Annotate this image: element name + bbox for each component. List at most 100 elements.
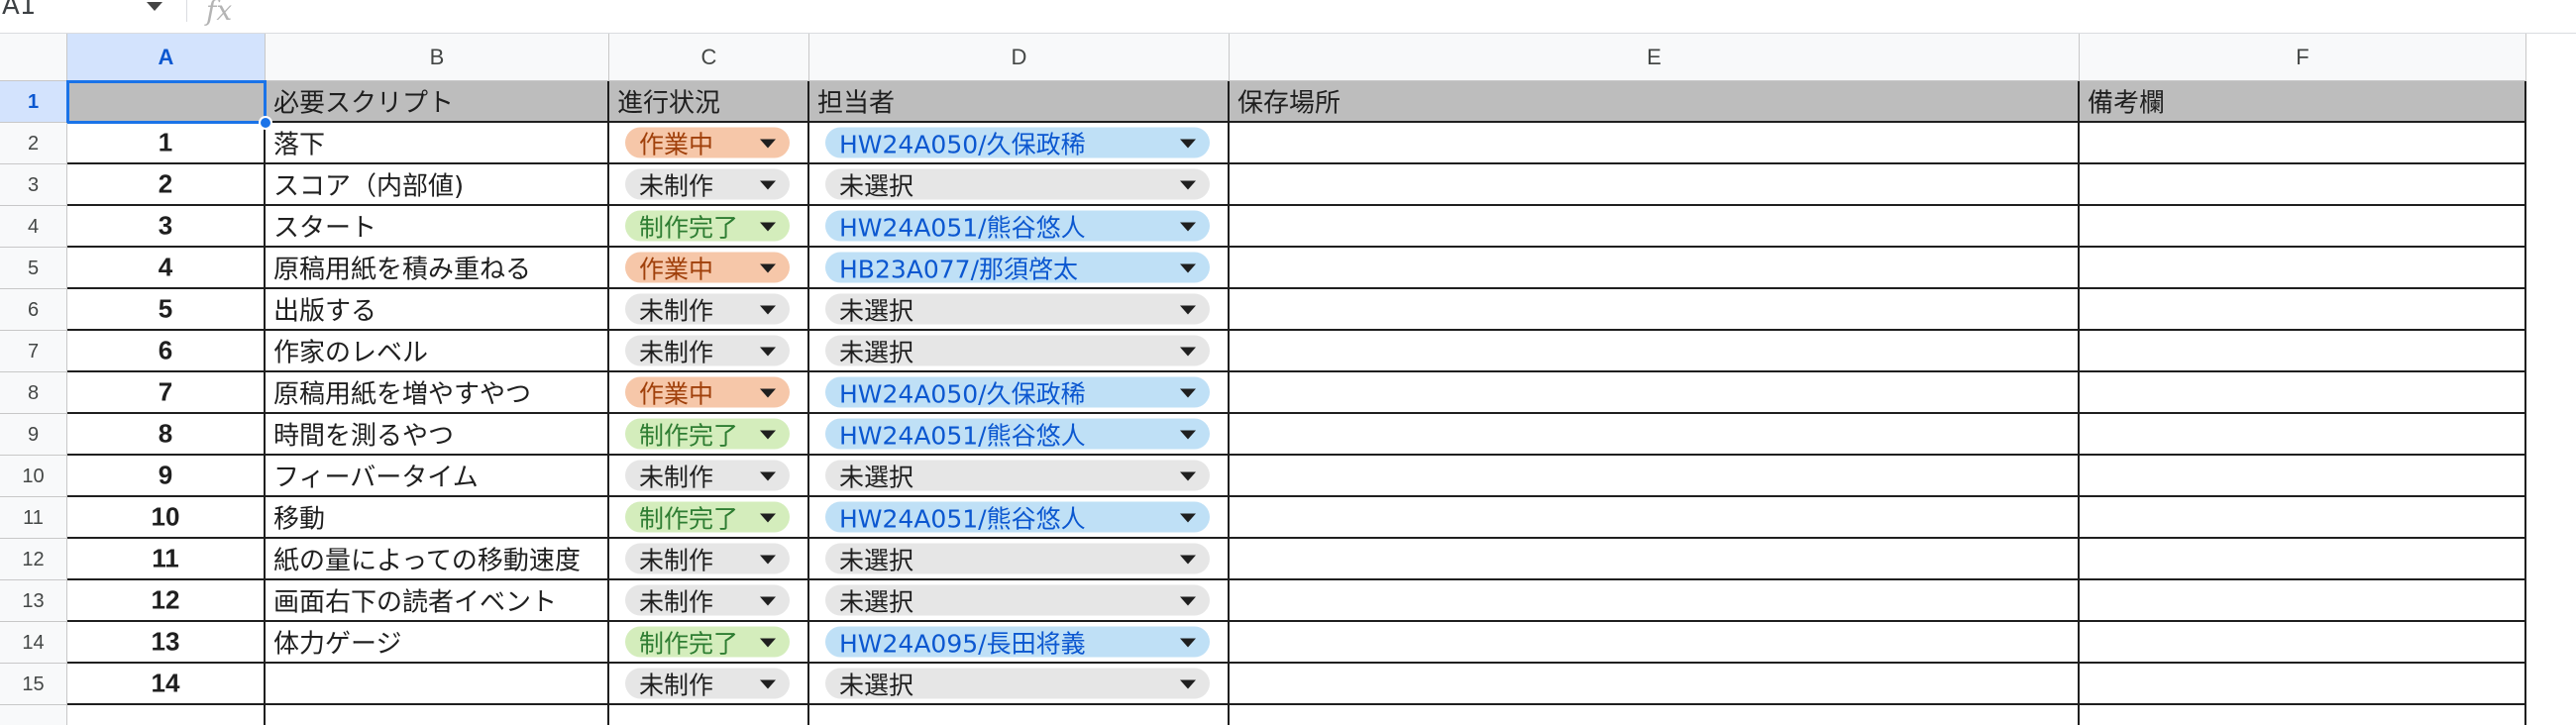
- cell-f[interactable]: [2080, 331, 2526, 372]
- status-dropdown-chip[interactable]: 作業中: [625, 127, 790, 158]
- cell-d[interactable]: 未選択: [809, 331, 1230, 372]
- status-dropdown-chip[interactable]: 未制作: [625, 543, 790, 574]
- cell-c[interactable]: 作業中: [609, 248, 809, 289]
- cell-c[interactable]: 未制作: [609, 289, 809, 331]
- row-header[interactable]: 14: [0, 622, 67, 664]
- cell-d[interactable]: HW24A050/久保政稀: [809, 123, 1230, 164]
- cell-c[interactable]: 未制作: [609, 539, 809, 580]
- row-header-partial[interactable]: [0, 705, 67, 725]
- assignee-dropdown-chip[interactable]: 未選択: [825, 293, 1210, 325]
- cell-d[interactable]: 未選択: [809, 664, 1230, 705]
- cell-b[interactable]: 体力ゲージ: [266, 622, 609, 664]
- row-header[interactable]: 3: [0, 164, 67, 206]
- cell-f[interactable]: [2080, 123, 2526, 164]
- cell-d[interactable]: HW24A051/熊谷悠人: [809, 206, 1230, 248]
- cell-a[interactable]: 7: [67, 372, 266, 414]
- cell-a[interactable]: 3: [67, 206, 266, 248]
- cell-e[interactable]: [1230, 664, 2080, 705]
- header-cell-d[interactable]: 担当者: [809, 81, 1230, 123]
- row-header[interactable]: 9: [0, 414, 67, 456]
- cell-e[interactable]: [1230, 580, 2080, 622]
- cell-b[interactable]: フィーバータイム: [266, 456, 609, 497]
- cell-f[interactable]: [2080, 289, 2526, 331]
- cell-a[interactable]: 9: [67, 456, 266, 497]
- column-header-c[interactable]: C: [609, 34, 809, 81]
- cell-d[interactable]: HB23A077/那須啓太: [809, 248, 1230, 289]
- cell-c[interactable]: 未制作: [609, 580, 809, 622]
- header-cell-b[interactable]: 必要スクリプト: [266, 81, 609, 123]
- assignee-dropdown-chip[interactable]: HW24A050/久保政稀: [825, 376, 1210, 408]
- row-header[interactable]: 6: [0, 289, 67, 331]
- row-header[interactable]: 8: [0, 372, 67, 414]
- cell-d[interactable]: HW24A095/長田将義: [809, 622, 1230, 664]
- row-header[interactable]: 2: [0, 123, 67, 164]
- cell-d[interactable]: HW24A051/熊谷悠人: [809, 497, 1230, 539]
- row-header[interactable]: 4: [0, 206, 67, 248]
- cell-e[interactable]: [1230, 497, 2080, 539]
- status-dropdown-chip[interactable]: 制作完了: [625, 418, 790, 450]
- cell-d[interactable]: 未選択: [809, 539, 1230, 580]
- header-cell-f[interactable]: 備考欄: [2080, 81, 2526, 123]
- cell-c[interactable]: 未制作: [609, 664, 809, 705]
- cell-partial[interactable]: [609, 705, 809, 725]
- row-header[interactable]: 5: [0, 248, 67, 289]
- column-header-a[interactable]: A: [67, 34, 266, 81]
- chevron-down-icon[interactable]: [147, 2, 162, 11]
- cell-f[interactable]: [2080, 164, 2526, 206]
- status-dropdown-chip[interactable]: 制作完了: [625, 626, 790, 658]
- row-header[interactable]: 11: [0, 497, 67, 539]
- cell-a[interactable]: 1: [67, 123, 266, 164]
- cell-c[interactable]: 未制作: [609, 331, 809, 372]
- cell-b[interactable]: 出版する: [266, 289, 609, 331]
- assignee-dropdown-chip[interactable]: 未選択: [825, 543, 1210, 574]
- status-dropdown-chip[interactable]: 未制作: [625, 168, 790, 200]
- assignee-dropdown-chip[interactable]: HW24A051/熊谷悠人: [825, 418, 1210, 450]
- cell-b[interactable]: スコア（内部値): [266, 164, 609, 206]
- cell-b[interactable]: 原稿用紙を増やすやつ: [266, 372, 609, 414]
- column-header-f[interactable]: F: [2080, 34, 2526, 81]
- status-dropdown-chip[interactable]: 制作完了: [625, 210, 790, 242]
- cell-b[interactable]: 原稿用紙を積み重ねる: [266, 248, 609, 289]
- select-all-corner[interactable]: [0, 34, 67, 81]
- cell-partial[interactable]: [2080, 705, 2526, 725]
- cell-a[interactable]: 8: [67, 414, 266, 456]
- cell-f[interactable]: [2080, 622, 2526, 664]
- cell-f[interactable]: [2080, 414, 2526, 456]
- cell-e[interactable]: [1230, 622, 2080, 664]
- assignee-dropdown-chip[interactable]: 未選択: [825, 335, 1210, 366]
- cell-c[interactable]: 制作完了: [609, 414, 809, 456]
- cell-e[interactable]: [1230, 123, 2080, 164]
- cell-b[interactable]: 画面右下の読者イベント: [266, 580, 609, 622]
- cell-a[interactable]: 2: [67, 164, 266, 206]
- header-cell-a[interactable]: [67, 81, 266, 123]
- cell-d[interactable]: 未選択: [809, 580, 1230, 622]
- header-cell-e[interactable]: 保存場所: [1230, 81, 2080, 123]
- cell-e[interactable]: [1230, 539, 2080, 580]
- row-header[interactable]: 13: [0, 580, 67, 622]
- status-dropdown-chip[interactable]: 未制作: [625, 293, 790, 325]
- cell-a[interactable]: 5: [67, 289, 266, 331]
- fill-handle[interactable]: [259, 116, 272, 130]
- status-dropdown-chip[interactable]: 作業中: [625, 376, 790, 408]
- cell-a[interactable]: 13: [67, 622, 266, 664]
- cell-partial[interactable]: [266, 705, 609, 725]
- cell-e[interactable]: [1230, 248, 2080, 289]
- assignee-dropdown-chip[interactable]: HW24A050/久保政稀: [825, 127, 1210, 158]
- row-header[interactable]: 12: [0, 539, 67, 580]
- cell-d[interactable]: HW24A051/熊谷悠人: [809, 414, 1230, 456]
- assignee-dropdown-chip[interactable]: 未選択: [825, 168, 1210, 200]
- cell-f[interactable]: [2080, 664, 2526, 705]
- cell-c[interactable]: 制作完了: [609, 497, 809, 539]
- status-dropdown-chip[interactable]: 作業中: [625, 252, 790, 283]
- cell-f[interactable]: [2080, 206, 2526, 248]
- assignee-dropdown-chip[interactable]: HW24A051/熊谷悠人: [825, 501, 1210, 533]
- column-header-d[interactable]: D: [809, 34, 1230, 81]
- status-dropdown-chip[interactable]: 未制作: [625, 460, 790, 491]
- cell-partial[interactable]: [67, 705, 266, 725]
- cell-e[interactable]: [1230, 289, 2080, 331]
- cell-partial[interactable]: [1230, 705, 2080, 725]
- cell-f[interactable]: [2080, 248, 2526, 289]
- row-header[interactable]: 15: [0, 664, 67, 705]
- cell-b[interactable]: 移動: [266, 497, 609, 539]
- cell-e[interactable]: [1230, 206, 2080, 248]
